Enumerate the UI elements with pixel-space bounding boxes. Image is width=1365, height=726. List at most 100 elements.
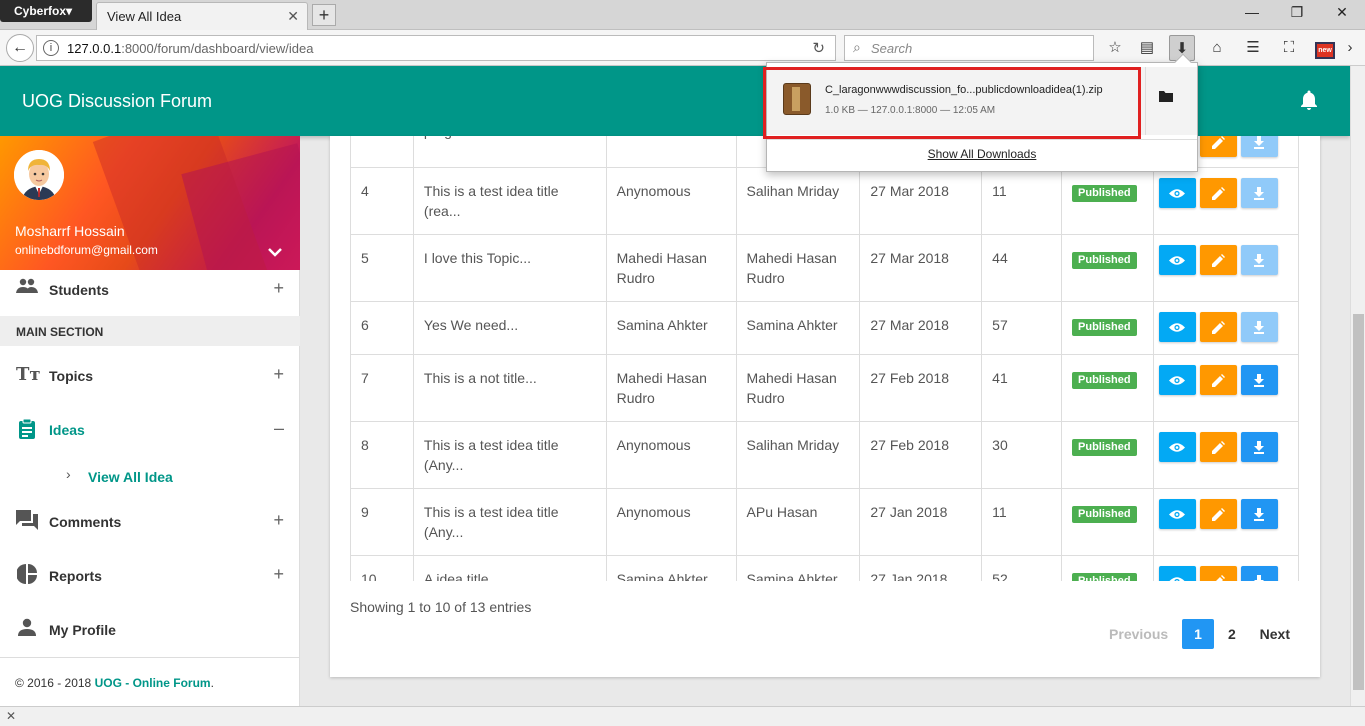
view-icon-button[interactable] <box>1158 178 1196 208</box>
edit-icon-button[interactable] <box>1199 365 1237 395</box>
show-all-downloads-button[interactable]: Show All Downloads <box>767 139 1197 171</box>
cell-views: 11 <box>981 167 1063 235</box>
table-row: 10 A idea title... Samina Ahkter Samina Ahk… <box>350 555 1300 581</box>
sidebar-item-students[interactable]: Students + <box>0 270 300 310</box>
edit-icon-button[interactable] <box>1199 136 1237 157</box>
search-bar[interactable]: ⌕ Search <box>844 35 1094 61</box>
minimize-icon[interactable]: — <box>1237 4 1267 20</box>
edit-icon-button[interactable] <box>1199 432 1237 462</box>
cell-date: 27 Jan 2018 <box>859 488 983 556</box>
cell-actions <box>1152 354 1300 422</box>
notification-bell-icon[interactable] <box>1300 90 1318 115</box>
close-tab-icon[interactable]: ✕ <box>287 8 299 25</box>
cell-approver: Samina Ahkter <box>735 301 861 355</box>
cell-actions <box>1152 555 1300 581</box>
edit-icon-button[interactable] <box>1199 312 1237 342</box>
open-folder-icon[interactable] <box>1159 89 1173 106</box>
expand-plus-icon[interactable]: + <box>273 510 284 531</box>
page-1-button[interactable]: 1 <box>1182 619 1215 649</box>
back-button[interactable]: ← <box>6 34 34 62</box>
edit-icon-button[interactable] <box>1199 499 1237 529</box>
view-icon-button[interactable] <box>1158 365 1196 395</box>
page-2-button[interactable]: 2 <box>1218 619 1246 649</box>
sidebar-item-topics[interactable]: Tт Topics + <box>0 356 300 396</box>
download-icon-button[interactable] <box>1240 312 1278 342</box>
person-icon <box>16 618 38 640</box>
cell-title: programm... <box>412 136 607 168</box>
page-scrollbar[interactable] <box>1350 66 1365 706</box>
cell-approver: Salihan Mriday <box>735 167 861 235</box>
view-icon-button[interactable] <box>1158 245 1196 275</box>
chevron-right-icon: › <box>66 466 71 482</box>
url-text[interactable]: 127.0.0.1:8000/forum/dashboard/view/idea <box>67 41 313 56</box>
cell-title: This is a not title... <box>412 354 607 422</box>
restore-icon[interactable]: ❐ <box>1282 4 1312 21</box>
app-title[interactable]: UOG Discussion Forum <box>22 91 212 112</box>
bookmark-star-icon[interactable]: ☆ <box>1102 35 1128 61</box>
expand-plus-icon[interactable]: + <box>273 278 284 299</box>
window-close-icon[interactable]: ✕ <box>1327 4 1357 21</box>
browser-tab[interactable]: View All Idea ✕ <box>96 2 308 30</box>
menu-icon[interactable]: ☰ <box>1240 35 1266 61</box>
browser-menu-button[interactable]: Cyberfox▾ <box>0 0 92 22</box>
collapse-minus-icon[interactable]: – <box>274 418 284 439</box>
submenu-label[interactable]: View All Idea <box>88 469 173 485</box>
new-tab-button[interactable]: + <box>312 4 336 26</box>
cell-status: Published <box>1061 488 1154 556</box>
show-all-downloads-label: Show All Downloads <box>927 147 1037 161</box>
sidebar-item-label: Students <box>49 282 109 298</box>
view-icon-button[interactable] <box>1158 432 1196 462</box>
view-icon-button[interactable] <box>1158 566 1196 581</box>
next-page-button[interactable]: Next <box>1250 619 1300 649</box>
edit-icon-button[interactable] <box>1199 566 1237 581</box>
pie-chart-icon <box>16 564 38 586</box>
download-icon-button[interactable] <box>1240 136 1278 157</box>
table-row: 9 This is a test idea title (Any... Anynom… <box>350 488 1300 556</box>
expand-plus-icon[interactable]: + <box>273 364 284 385</box>
overflow-chevron-icon[interactable]: › <box>1340 35 1360 61</box>
cell-date: 27 Mar 2018 <box>859 167 983 235</box>
cell-title: This is a test idea title (Any... <box>412 488 607 556</box>
download-icon-button[interactable] <box>1240 245 1278 275</box>
download-item[interactable]: C_laragonwwwdiscussion_fo...publicdownlo… <box>763 67 1197 139</box>
cell-title: Yes We need... <box>412 301 607 355</box>
download-icon-button[interactable] <box>1240 499 1278 529</box>
view-icon-button[interactable] <box>1158 499 1196 529</box>
user-menu-chevron-icon[interactable] <box>268 244 282 260</box>
text-format-icon: Tт <box>16 364 41 385</box>
status-badge: Published <box>1072 573 1137 581</box>
cell-author: Mahedi Hasan Rudro <box>605 354 737 422</box>
sidebar-item-comments[interactable]: Comments + <box>0 502 300 542</box>
cell-views: 30 <box>981 421 1063 489</box>
table-row: 6 Yes We need... Samina Ahkter Samina Ahkte… <box>350 301 1300 355</box>
fullscreen-icon[interactable]: ⛶ <box>1276 35 1302 61</box>
expand-plus-icon[interactable]: + <box>273 564 284 585</box>
cell-approver: Mahedi Hasan Rudro <box>735 234 861 302</box>
info-icon[interactable]: i <box>43 40 59 56</box>
reading-list-icon[interactable]: ▤ <box>1134 35 1160 61</box>
previous-page-button[interactable]: Previous <box>1099 619 1178 649</box>
download-icon-button[interactable] <box>1240 178 1278 208</box>
edit-icon-button[interactable] <box>1199 178 1237 208</box>
home-icon[interactable]: ⌂ <box>1204 35 1230 61</box>
download-icon-button[interactable] <box>1240 365 1278 395</box>
new-addon-icon[interactable]: new <box>1312 35 1338 61</box>
footer-copyright: © 2016 - 2018 <box>15 676 95 690</box>
scrollbar-thumb[interactable] <box>1353 314 1364 690</box>
download-icon-button[interactable] <box>1240 566 1278 581</box>
footer-suffix: . <box>210 676 214 690</box>
reload-icon[interactable]: ↻ <box>812 39 825 57</box>
status-badge: Published <box>1072 506 1137 523</box>
view-icon-button[interactable] <box>1158 312 1196 342</box>
cell-author: Anynomous <box>605 167 737 235</box>
sidebar-item-profile[interactable]: My Profile <box>0 610 300 650</box>
url-bar[interactable]: i 127.0.0.1:8000/forum/dashboard/view/id… <box>36 35 836 61</box>
sidebar-item-ideas[interactable]: Ideas – <box>0 410 300 450</box>
edit-icon-button[interactable] <box>1199 245 1237 275</box>
footer-brand-link[interactable]: UOG - Online Forum <box>95 676 211 690</box>
cell-date: 27 Mar 2018 <box>859 234 983 302</box>
cell-views: 44 <box>981 234 1063 302</box>
download-icon-button[interactable] <box>1240 432 1278 462</box>
user-name: Mosharrf Hossain <box>15 223 125 239</box>
sidebar-item-reports[interactable]: Reports + <box>0 556 300 596</box>
